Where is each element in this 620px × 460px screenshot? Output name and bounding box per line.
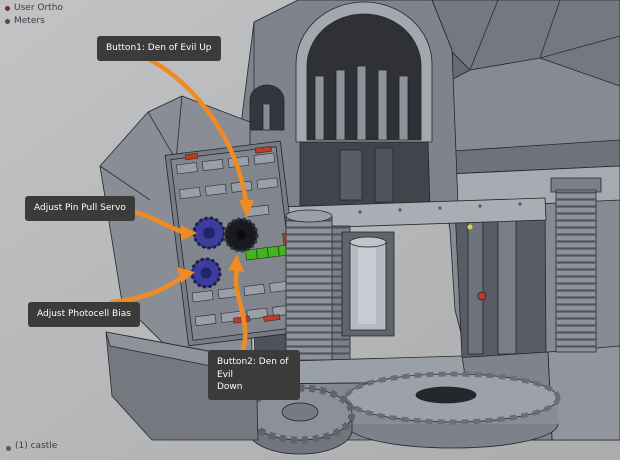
object-info-label: (1) castle	[15, 441, 58, 451]
photocell-bias-knob	[190, 257, 222, 289]
gear-large	[343, 371, 561, 449]
callout-button2: Button2: Den of Evil Down	[208, 350, 300, 400]
callout-button1: Button1: Den of Evil Up	[97, 36, 221, 61]
black-knob	[223, 217, 259, 253]
viewport-canvas[interactable]	[0, 0, 620, 460]
units-label: Meters	[14, 16, 45, 26]
pin-pull-servo-knob	[192, 216, 226, 250]
callout-button2-line2: Down	[217, 382, 243, 393]
piston-cylinder	[341, 231, 395, 337]
blender-viewport[interactable]: User Ortho Meters (1) castle Button1: De…	[0, 0, 620, 460]
origin-dot	[467, 224, 473, 230]
callout-button2-line1: Button2: Den of Evil	[217, 357, 289, 380]
panel-toggle-icon[interactable]	[5, 19, 10, 24]
panel-toggle-icon[interactable]	[5, 6, 10, 11]
callout-photocell-bias: Adjust Photocell Bias	[28, 302, 140, 327]
red-knob	[477, 291, 487, 301]
object-dot-icon	[6, 446, 11, 451]
view-mode-label: User Ortho	[14, 3, 63, 13]
callout-pin-pull-servo: Adjust Pin Pull Servo	[25, 196, 135, 221]
screw-column-right	[550, 177, 602, 353]
arch-window	[295, 1, 433, 143]
